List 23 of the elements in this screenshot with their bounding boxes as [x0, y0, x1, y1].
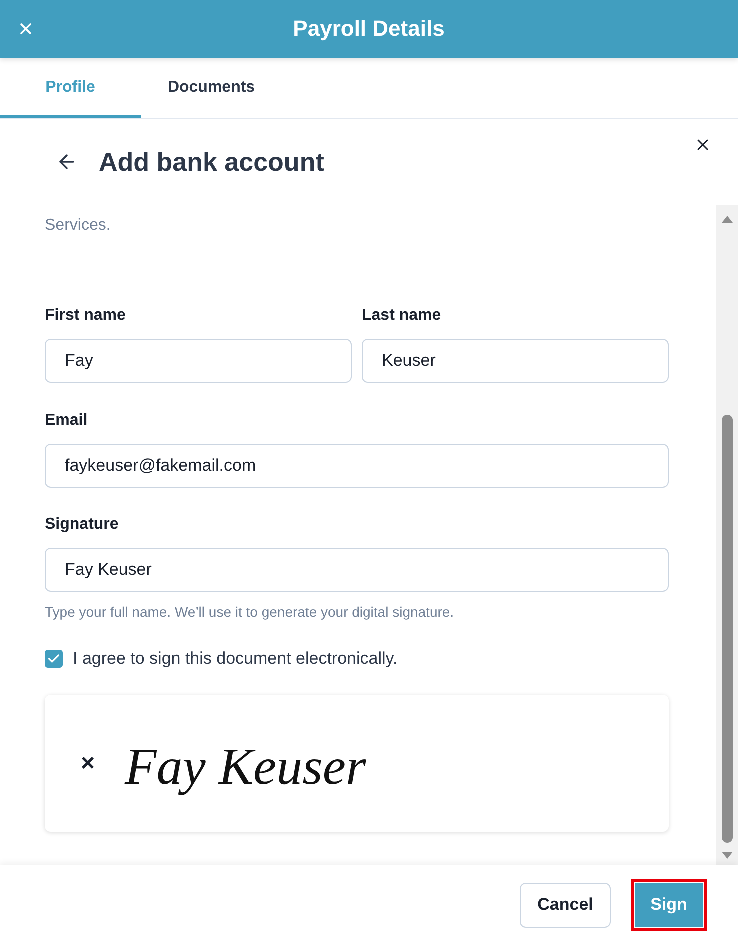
field-label: Signature: [45, 515, 119, 535]
signature-mark: ×: [81, 752, 96, 776]
field-label: Last name: [362, 306, 442, 326]
input-field[interactable]: Fay: [45, 339, 352, 383]
panel-title: Add bank account: [99, 146, 324, 178]
input-field[interactable]: Keuser: [362, 339, 669, 383]
input-field[interactable]: faykeuser@fakemail.com: [45, 444, 669, 488]
window-title: Payroll Details: [293, 15, 445, 43]
hint-text: Type your full name. We’ll use it to generate your digital signature.: [45, 603, 454, 621]
scrollbar-thumb[interactable]: [722, 415, 732, 843]
input-field[interactable]: Fay Keuser: [45, 548, 669, 592]
cancel-button[interactable]: Cancel: [520, 882, 611, 928]
scroll-up-icon[interactable]: [722, 216, 732, 222]
signature-text: Fay Keuser: [125, 738, 366, 798]
scroll-down-icon[interactable]: [722, 852, 732, 858]
field-label: Email: [45, 411, 88, 431]
intro-text: Services.: [45, 216, 111, 236]
check-icon: [47, 652, 61, 666]
consent-label: I agree to sign this document electronically.: [73, 649, 398, 669]
checkbox[interactable]: [45, 650, 63, 668]
field-label: First name: [45, 306, 126, 326]
tab[interactable]: Documents: [141, 58, 282, 118]
scrollbar[interactable]: [716, 205, 738, 865]
